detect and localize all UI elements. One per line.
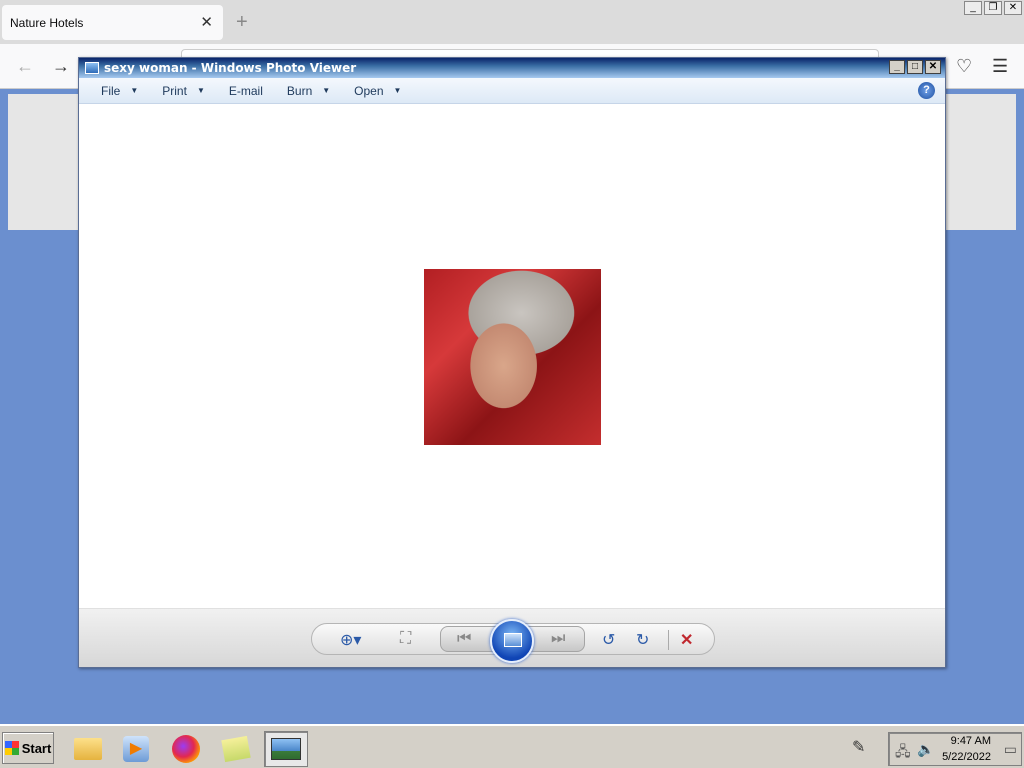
firefox-graphic (172, 735, 200, 763)
menu-label: File (101, 83, 121, 98)
folder-graphic (74, 738, 102, 760)
files-icon[interactable] (214, 731, 258, 767)
maximize-button[interactable]: □ (907, 60, 923, 74)
pen-input-icon[interactable]: ✎ (852, 737, 865, 757)
actual-size-icon[interactable]: ⛶ (400, 630, 411, 648)
menu-open[interactable]: Open ▼ (354, 84, 401, 98)
browser-tab-bar: Nature Hotels ✕ + _ ❐ ✕ (0, 0, 1024, 44)
menu-label: Print (162, 83, 187, 98)
forward-icon[interactable]: → (52, 56, 70, 77)
dropdown-arrow-icon: ▼ (393, 86, 402, 95)
show-desktop-icon[interactable]: ▭ (1004, 741, 1017, 758)
menu-burn[interactable]: Burn ▼ (287, 84, 330, 98)
zoom-icon[interactable]: ⊕▾ (340, 630, 361, 650)
separator (668, 630, 669, 650)
playback-controls: ⊕▾ ⛶ ⏮ ⏭ ↺ ↻ ✕ (311, 619, 715, 663)
photo-viewer-icon[interactable] (264, 731, 308, 767)
slideshow-button[interactable] (490, 619, 534, 663)
close-button[interactable]: ✕ (1004, 1, 1022, 15)
displayed-photo (424, 269, 601, 445)
dropdown-arrow-icon: ▼ (130, 86, 139, 95)
files-graphic (221, 735, 251, 763)
photo-viewer-window: sexy woman - Windows Photo Viewer _ □ ✕ … (78, 57, 946, 668)
photo-viewer-icon (85, 62, 99, 74)
photo-graphic (271, 738, 301, 760)
back-icon[interactable]: ← (16, 56, 34, 77)
system-tray: 🖧 🔈 9:47 AM 5/22/2022 ▭ (888, 732, 1022, 766)
start-label: Start (21, 740, 52, 756)
windows-logo-icon (4, 741, 19, 755)
page-panel-left (8, 94, 88, 230)
slideshow-icon (504, 633, 522, 647)
browser-tab[interactable]: Nature Hotels ✕ (2, 5, 223, 40)
viewer-window-controls: _ □ ✕ (889, 60, 941, 74)
viewer-menu-bar: File ▼ Print ▼ E-mail Burn ▼ Open ▼ ? (79, 78, 945, 104)
viewer-title-bar[interactable]: sexy woman - Windows Photo Viewer _ □ ✕ (79, 58, 945, 78)
network-icon[interactable]: 🖧 (895, 741, 911, 765)
start-button[interactable]: Start (2, 732, 54, 764)
menu-email[interactable]: E-mail (229, 84, 263, 98)
media-graphic: ▶ (123, 736, 149, 762)
menu-icon[interactable]: ☰ (992, 56, 1008, 77)
rotate-counterclockwise-icon[interactable]: ↺ (602, 630, 615, 650)
media-player-icon[interactable]: ▶ (114, 731, 158, 767)
minimize-button[interactable]: _ (964, 1, 982, 15)
rotate-clockwise-icon[interactable]: ↻ (636, 630, 649, 650)
browser-window-controls: _ ❐ ✕ (964, 1, 1022, 15)
viewer-control-bar: ⊕▾ ⛶ ⏮ ⏭ ↺ ↻ ✕ (79, 608, 945, 667)
dropdown-arrow-icon: ▼ (196, 86, 205, 95)
menu-label: E-mail (228, 83, 263, 98)
new-tab-icon[interactable]: + (236, 11, 248, 34)
menu-file[interactable]: File ▼ (101, 84, 138, 98)
tab-title: Nature Hotels (10, 15, 84, 30)
close-button[interactable]: ✕ (925, 60, 941, 74)
firefox-icon[interactable] (164, 731, 208, 767)
pocket-icon[interactable]: ♡ (956, 56, 972, 77)
delete-icon[interactable]: ✕ (680, 630, 693, 650)
taskbar: Start ▶ ✎ 🖧 🔈 9:47 AM 5/22/2022 ▭ (0, 724, 1024, 768)
clock-time[interactable]: 9:47 AM (951, 735, 991, 747)
menu-print[interactable]: Print ▼ (162, 84, 205, 98)
volume-icon[interactable]: 🔈 (917, 741, 934, 758)
close-tab-icon[interactable]: ✕ (200, 13, 213, 31)
page-panel-right (944, 94, 1016, 230)
next-icon[interactable]: ⏭ (551, 630, 565, 648)
folder-icon[interactable] (66, 731, 110, 767)
previous-icon[interactable]: ⏮ (457, 630, 471, 648)
dropdown-arrow-icon: ▼ (322, 86, 331, 95)
help-icon[interactable]: ? (918, 82, 935, 99)
minimize-button[interactable]: _ (889, 60, 905, 74)
window-title: sexy woman - Windows Photo Viewer (104, 61, 357, 75)
clock-date[interactable]: 5/22/2022 (942, 751, 991, 763)
menu-label: Burn (286, 83, 313, 98)
menu-label: Open (354, 83, 384, 98)
restore-button[interactable]: ❐ (984, 1, 1002, 15)
